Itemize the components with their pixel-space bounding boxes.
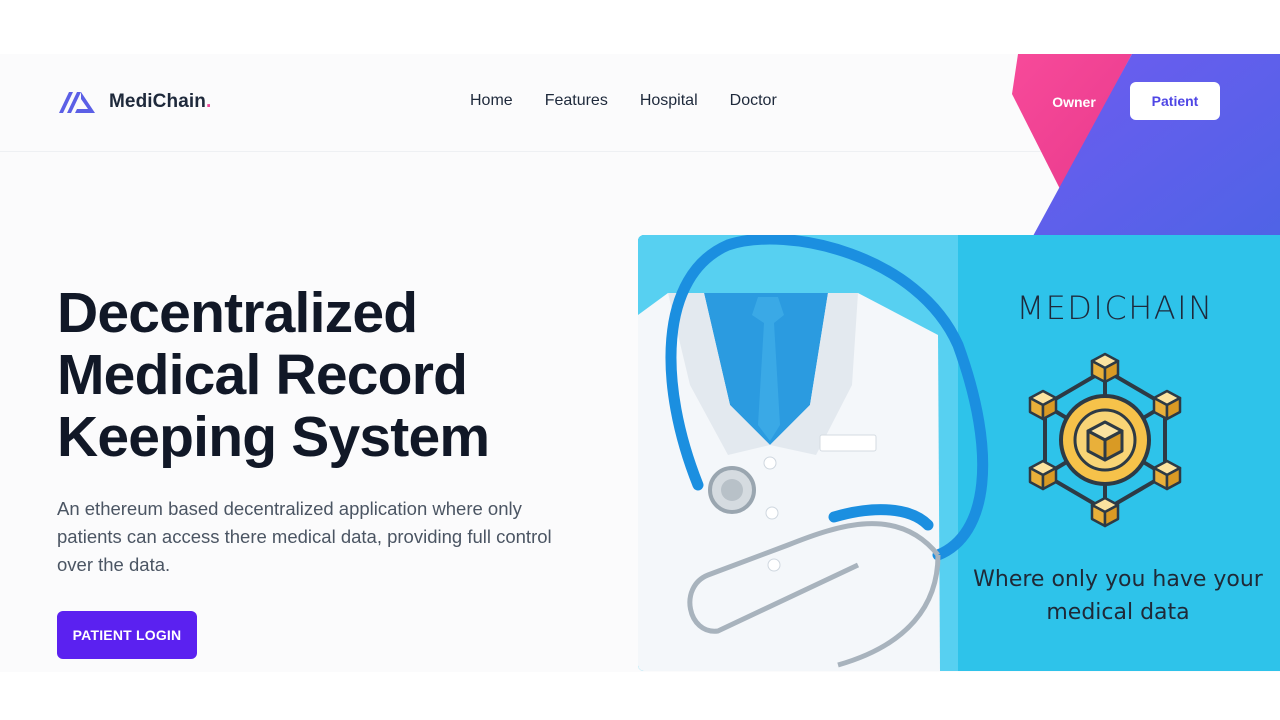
- brand-name-text: MediChain: [109, 91, 206, 112]
- blockchain-network-icon: [1028, 352, 1182, 528]
- owner-button[interactable]: Owner: [1046, 90, 1102, 114]
- nav-home[interactable]: Home: [470, 92, 513, 110]
- brand-name: MediChain.: [109, 91, 211, 113]
- image-caption-line-1: Where only you have your: [973, 567, 1263, 592]
- hero-title-line-3: Keeping System: [57, 405, 490, 469]
- hero-title-line-1: Decentralized: [57, 281, 418, 345]
- medichain-logo-icon: [59, 92, 95, 113]
- page: MediChain. Home Features Hospital Doctor…: [0, 0, 1280, 720]
- hero-description: An ethereum based decentralized applicat…: [57, 498, 552, 575]
- brand-logo[interactable]: MediChain.: [57, 90, 211, 114]
- nav-doctor[interactable]: Doctor: [730, 92, 777, 110]
- image-caption: Where only you have your medical data: [968, 563, 1268, 629]
- image-caption-line-2: medical data: [1046, 600, 1190, 625]
- patient-button[interactable]: Patient: [1130, 82, 1220, 120]
- hero-title-line-2: Medical Record: [57, 343, 468, 407]
- nav-hospital[interactable]: Hospital: [640, 92, 698, 110]
- brand-dot: .: [205, 91, 212, 112]
- nav-features[interactable]: Features: [545, 92, 608, 110]
- hero-title: Decentralized Medical Record Keeping Sys…: [57, 282, 617, 468]
- page-bottom-margin: [0, 672, 1280, 720]
- main-nav: Home Features Hospital Doctor: [470, 92, 777, 110]
- patient-login-button[interactable]: PATIENT LOGIN: [57, 611, 197, 659]
- image-title: MEDICHAIN: [1016, 289, 1214, 327]
- hero-image: MEDICHAIN Where only you have your medic…: [638, 235, 1280, 671]
